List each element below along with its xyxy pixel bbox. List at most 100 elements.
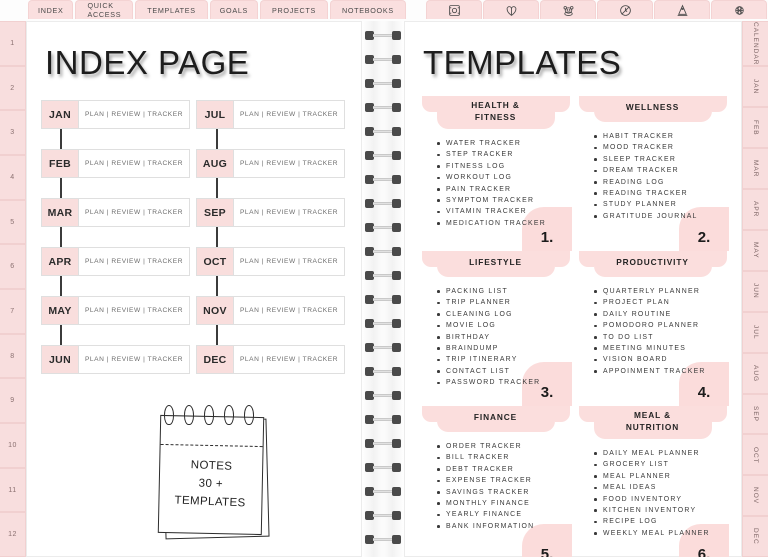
template-card-health-fitness[interactable]: HEALTH & FITNESS WATER TRACKER STEP TRACKER… (417, 96, 574, 251)
list-item[interactable]: APPOINMENT TRACKER (594, 366, 725, 377)
month-entry-feb[interactable]: FEB PLAN | REVIEW | TRACKER (41, 149, 190, 178)
list-item[interactable]: SAVINGS TRACKER (437, 487, 568, 498)
month-label-jul[interactable]: JUL (196, 100, 234, 129)
list-item[interactable]: MEAL IDEAS (594, 482, 725, 493)
month-links-mar[interactable]: PLAN | REVIEW | TRACKER (79, 198, 190, 227)
sidebar-right-tab-jan[interactable]: JAN (742, 66, 768, 108)
month-label-may[interactable]: MAY (41, 296, 79, 325)
list-item[interactable]: CLEANING LOG (437, 309, 568, 320)
list-item[interactable]: DREAM TRACKER (594, 165, 725, 176)
icon-tab-cone-plant[interactable] (654, 0, 710, 19)
list-item[interactable]: QUARTERLY PLANNER (594, 286, 725, 297)
month-label-apr[interactable]: APR (41, 247, 79, 276)
month-entry-sep[interactable]: SEP PLAN | REVIEW | TRACKER (196, 198, 345, 227)
list-item[interactable]: TRIP ITINERARY (437, 354, 568, 365)
month-label-nov[interactable]: NOV (196, 296, 234, 325)
sidebar-right-tab-jun[interactable]: JUN (742, 270, 768, 312)
month-label-oct[interactable]: OCT (196, 247, 234, 276)
sidebar-right-tab-oct[interactable]: OCT (742, 434, 768, 476)
month-label-jun[interactable]: JUN (41, 345, 79, 374)
list-item[interactable]: WEEKLY MEAL PLANNER (594, 528, 725, 539)
month-entry-jul[interactable]: JUL PLAN | REVIEW | TRACKER (196, 100, 345, 129)
list-item[interactable]: ORDER TRACKER (437, 441, 568, 452)
sidebar-left-tab-5[interactable]: 5 (0, 199, 26, 245)
top-tab-templates[interactable]: TEMPLATES (135, 0, 208, 19)
sidebar-left-tab-3[interactable]: 3 (0, 110, 26, 156)
month-links-jan[interactable]: PLAN | REVIEW | TRACKER (79, 100, 190, 129)
sidebar-right-tab-calendar[interactable]: CALENDAR (742, 21, 768, 67)
sidebar-left-tab-11[interactable]: 11 (0, 467, 26, 513)
top-tab-projects[interactable]: PROJECTS (260, 0, 328, 19)
top-tab-goals[interactable]: GOALS (209, 0, 259, 19)
list-item[interactable]: PROJECT PLAN (594, 297, 725, 308)
top-tab-notebooks[interactable]: NOTEBOOKS (329, 0, 406, 19)
list-item[interactable]: EXPENSE TRACKER (437, 475, 568, 486)
icon-tab-teddy-bear[interactable] (540, 0, 596, 19)
month-entry-aug[interactable]: AUG PLAN | REVIEW | TRACKER (196, 149, 345, 178)
sidebar-right-tab-sep[interactable]: SEP (742, 393, 768, 435)
month-label-dec[interactable]: DEC (196, 345, 234, 374)
sidebar-left-tab-6[interactable]: 6 (0, 244, 26, 290)
sidebar-left-tab-8[interactable]: 8 (0, 333, 26, 379)
sidebar-left-tab-4[interactable]: 4 (0, 155, 26, 200)
month-label-sep[interactable]: SEP (196, 198, 234, 227)
sidebar-left-tab-2[interactable]: 2 (0, 65, 26, 111)
icon-tab-clock[interactable] (597, 0, 653, 19)
list-item[interactable]: TRIP PLANNER (437, 297, 568, 308)
template-card-wellness[interactable]: WELLNESS HABIT TRACKER MOOD TRACKER SLEEP T… (574, 96, 731, 251)
icon-tab-heart-shield[interactable] (483, 0, 539, 19)
list-item[interactable]: PACKING LIST (437, 286, 568, 297)
month-label-aug[interactable]: AUG (196, 149, 234, 178)
month-entry-may[interactable]: MAY PLAN | REVIEW | TRACKER (41, 296, 190, 325)
list-item[interactable]: SYMPTOM TRACKER (437, 195, 568, 206)
template-card-productivity[interactable]: PRODUCTIVITY QUARTERLY PLANNER PROJECT PLA… (574, 251, 731, 406)
list-item[interactable]: BRAINDUMP (437, 343, 568, 354)
month-entry-dec[interactable]: DEC PLAN | REVIEW | TRACKER (196, 345, 345, 374)
month-label-mar[interactable]: MAR (41, 198, 79, 227)
sidebar-right-tab-dec[interactable]: DEC (742, 516, 768, 557)
list-item[interactable]: HABIT TRACKER (594, 131, 725, 142)
template-card-finance[interactable]: FINANCE ORDER TRACKER BILL TRACKER DEBT TRA… (417, 406, 574, 557)
list-item[interactable]: VITAMIN TRACKER (437, 206, 568, 217)
list-item[interactable]: VISION BOARD (594, 354, 725, 365)
list-item[interactable]: STUDY PLANNER (594, 199, 725, 210)
top-tab-quick-access[interactable]: QUICK ACCESS (75, 0, 134, 19)
month-links-oct[interactable]: PLAN | REVIEW | TRACKER (234, 247, 345, 276)
list-item[interactable]: DEBT TRACKER (437, 464, 568, 475)
sidebar-left-tab-12[interactable]: 12 (0, 512, 26, 557)
icon-tab-photo-frame[interactable] (426, 0, 482, 19)
month-label-feb[interactable]: FEB (41, 149, 79, 178)
list-item[interactable]: KITCHEN INVENTORY (594, 505, 725, 516)
list-item[interactable]: BIRTHDAY (437, 332, 568, 343)
list-item[interactable]: YEARLY FINANCE (437, 509, 568, 520)
month-links-apr[interactable]: PLAN | REVIEW | TRACKER (79, 247, 190, 276)
list-item[interactable]: MOVIE LOG (437, 320, 568, 331)
template-card-lifestyle[interactable]: LIFESTYLE PACKING LIST TRIP PLANNER CLEANIN… (417, 251, 574, 406)
month-entry-apr[interactable]: APR PLAN | REVIEW | TRACKER (41, 247, 190, 276)
month-entry-oct[interactable]: OCT PLAN | REVIEW | TRACKER (196, 247, 345, 276)
month-links-may[interactable]: PLAN | REVIEW | TRACKER (79, 296, 190, 325)
list-item[interactable]: BANK INFORMATION (437, 521, 568, 532)
month-links-dec[interactable]: PLAN | REVIEW | TRACKER (234, 345, 345, 374)
sidebar-left-tab-7[interactable]: 7 (0, 289, 26, 334)
list-item[interactable]: BILL TRACKER (437, 452, 568, 463)
month-entry-jun[interactable]: JUN PLAN | REVIEW | TRACKER (41, 345, 190, 374)
list-item[interactable]: PAIN TRACKER (437, 184, 568, 195)
list-item[interactable]: SLEEP TRACKER (594, 154, 725, 165)
list-item[interactable]: WORKOUT LOG (437, 172, 568, 183)
list-item[interactable]: READING LOG (594, 177, 725, 188)
month-label-jan[interactable]: JAN (41, 100, 79, 129)
list-item[interactable]: POMODORO PLANNER (594, 320, 725, 331)
sidebar-left-tab-10[interactable]: 10 (0, 423, 26, 468)
month-entry-mar[interactable]: MAR PLAN | REVIEW | TRACKER (41, 198, 190, 227)
top-tab-index[interactable]: INDEX (28, 0, 74, 19)
month-links-jul[interactable]: PLAN | REVIEW | TRACKER (234, 100, 345, 129)
month-links-aug[interactable]: PLAN | REVIEW | TRACKER (234, 149, 345, 178)
list-item[interactable]: GRATITUDE JOURNAL (594, 211, 725, 222)
sidebar-left-tab-9[interactable]: 9 (0, 378, 26, 424)
list-item[interactable]: DAILY MEAL PLANNER (594, 448, 725, 459)
sidebar-right-tab-aug[interactable]: AUG (742, 352, 768, 394)
list-item[interactable]: FITNESS LOG (437, 161, 568, 172)
list-item[interactable]: MOOD TRACKER (594, 142, 725, 153)
list-item[interactable]: CONTACT LIST (437, 366, 568, 377)
